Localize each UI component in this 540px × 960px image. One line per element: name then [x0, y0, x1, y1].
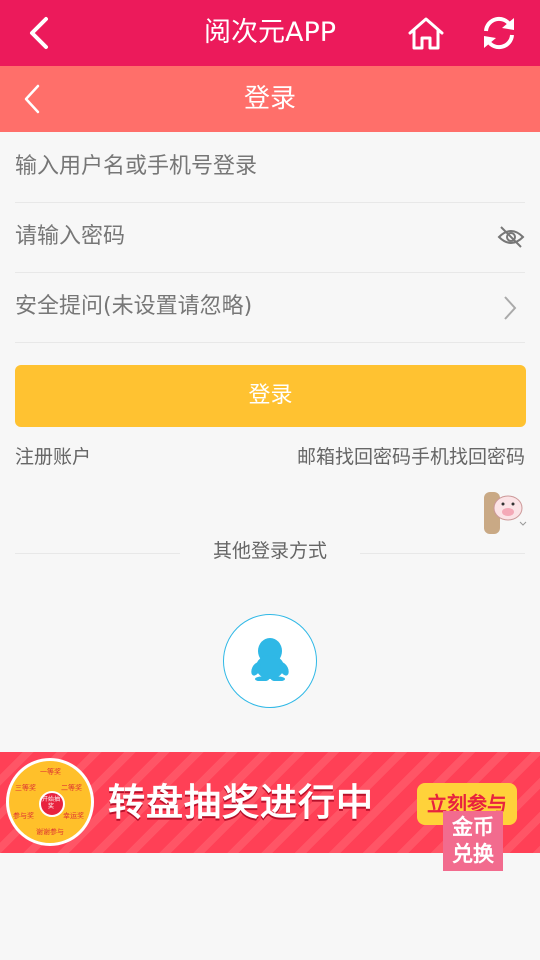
- wheel-segment: 二等奖: [61, 784, 82, 792]
- wheel-segment: 幸运奖: [63, 812, 84, 820]
- mascot-image: [480, 488, 530, 536]
- recover-password-link[interactable]: 邮箱找回密码手机找回密码: [297, 443, 525, 471]
- security-question-placeholder: 安全提问(未设置请忽略): [15, 294, 253, 319]
- wheel-segment: 谢谢参与: [36, 828, 64, 836]
- other-login-label: 其他登录方式: [212, 540, 327, 562]
- divider-left: [15, 553, 180, 554]
- qq-icon: [250, 637, 290, 685]
- username-input[interactable]: 输入用户名或手机号登录: [15, 132, 525, 203]
- banner-headline: 转盘抽奖进行中: [108, 781, 374, 824]
- coin-exchange-line2: 兑换: [452, 842, 494, 866]
- page-title: 登录: [243, 84, 296, 114]
- username-placeholder: 输入用户名或手机号登录: [15, 154, 258, 179]
- chevron-right-icon: [503, 295, 517, 325]
- password-input[interactable]: 请输入密码: [15, 202, 525, 273]
- coin-exchange-button[interactable]: 金币 兑换: [443, 811, 503, 871]
- wheel-center-label: 开始抽奖: [42, 796, 61, 810]
- register-link[interactable]: 注册账户: [15, 443, 91, 471]
- home-icon[interactable]: [405, 13, 447, 53]
- wheel-segment: 三等奖: [15, 784, 36, 792]
- password-placeholder: 请输入密码: [15, 224, 126, 249]
- app-header: 阅次元APP: [0, 0, 540, 66]
- wheel-start-button: 开始抽奖: [39, 791, 65, 817]
- divider-right: [360, 553, 525, 554]
- coin-exchange-line1: 金币: [452, 815, 494, 839]
- wheel-segment: 参与奖: [13, 812, 34, 820]
- eye-hidden-icon[interactable]: [497, 224, 525, 254]
- wheel-segment: 一等奖: [40, 768, 61, 776]
- qq-login-button[interactable]: [223, 614, 317, 708]
- app-title: 阅次元APP: [203, 17, 337, 48]
- refresh-icon[interactable]: [478, 13, 520, 53]
- prize-wheel: 一等奖 二等奖 三等奖 谢谢参与 幸运奖 参与奖 开始抽奖: [6, 758, 94, 846]
- page-header: 登录: [0, 66, 540, 132]
- security-question-select[interactable]: 安全提问(未设置请忽略): [15, 272, 525, 343]
- login-button[interactable]: 登录: [15, 365, 526, 427]
